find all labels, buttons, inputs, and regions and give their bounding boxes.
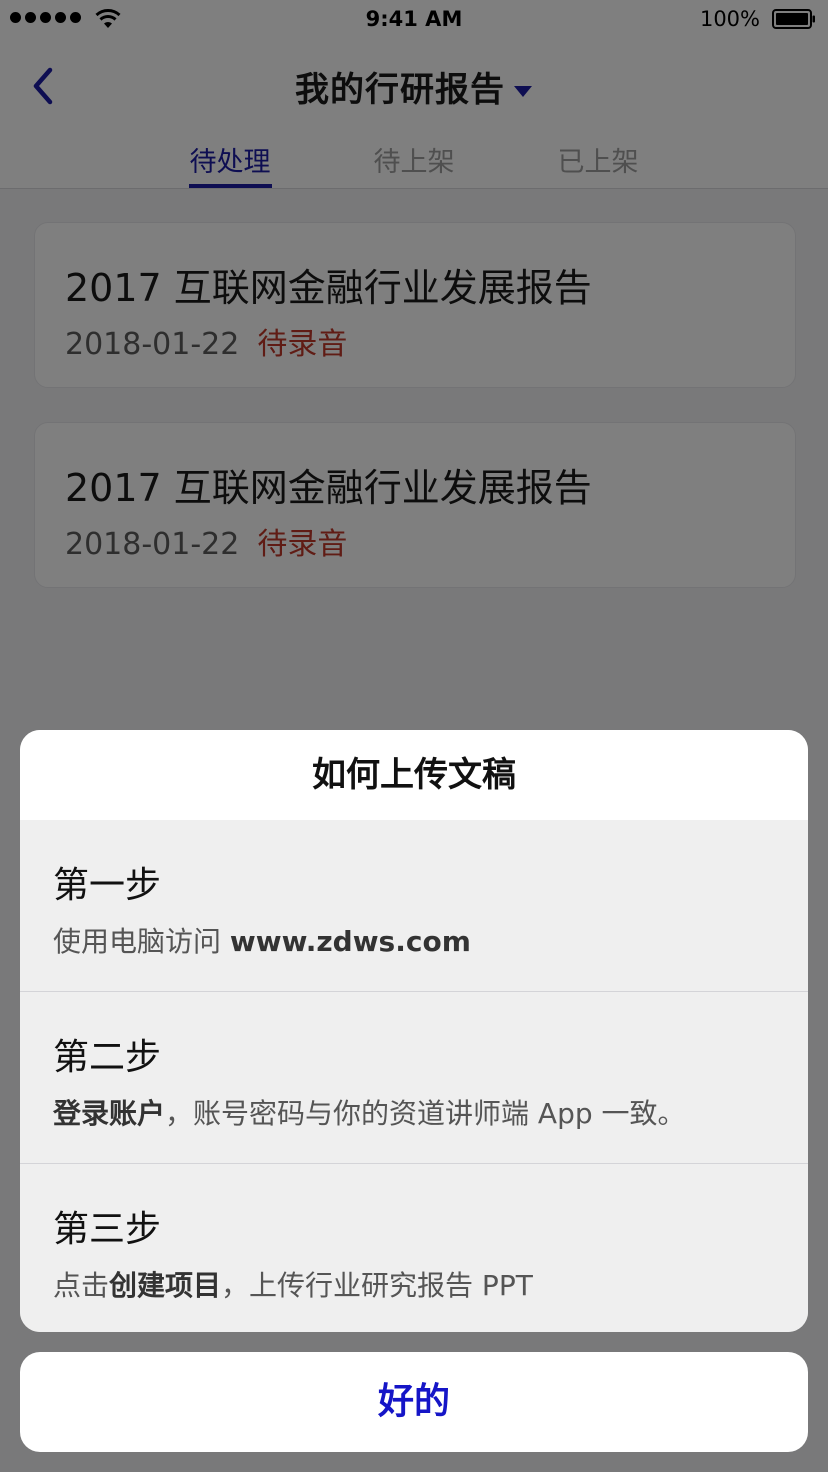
step-item: 第三步 点击创建项目，上传行业研究报告 PPT bbox=[20, 1164, 808, 1332]
step-item: 第一步 使用电脑访问 www.zdws.com bbox=[20, 820, 808, 992]
step-heading: 第二步 bbox=[53, 1037, 162, 1078]
step-desc-emphasis: 创建项目 bbox=[109, 1269, 222, 1302]
step-desc-text: 点击 bbox=[53, 1269, 110, 1302]
step-description: 点击创建项目，上传行业研究报告 PPT bbox=[53, 1264, 533, 1304]
step-heading: 第一步 bbox=[53, 865, 162, 906]
step-desc-text: ，账号密码与你的资道讲师端 App 一致。 bbox=[165, 1097, 686, 1130]
step-heading: 第三步 bbox=[53, 1209, 162, 1250]
confirm-button[interactable]: 好的 bbox=[20, 1352, 808, 1452]
step-desc-emphasis: 登录账户 bbox=[53, 1097, 166, 1130]
step-desc-emphasis: www.zdws.com bbox=[229, 925, 471, 958]
step-desc-text: ，上传行业研究报告 PPT bbox=[221, 1269, 533, 1302]
upload-instructions-sheet: 如何上传文稿 第一步 使用电脑访问 www.zdws.com 第二步 登录账户，… bbox=[20, 730, 808, 1332]
step-description: 使用电脑访问 www.zdws.com bbox=[53, 920, 471, 960]
sheet-title: 如何上传文稿 bbox=[20, 730, 808, 820]
step-item: 第二步 登录账户，账号密码与你的资道讲师端 App 一致。 bbox=[20, 992, 808, 1164]
step-desc-text: 使用电脑访问 bbox=[53, 925, 230, 958]
step-description: 登录账户，账号密码与你的资道讲师端 App 一致。 bbox=[53, 1092, 686, 1132]
